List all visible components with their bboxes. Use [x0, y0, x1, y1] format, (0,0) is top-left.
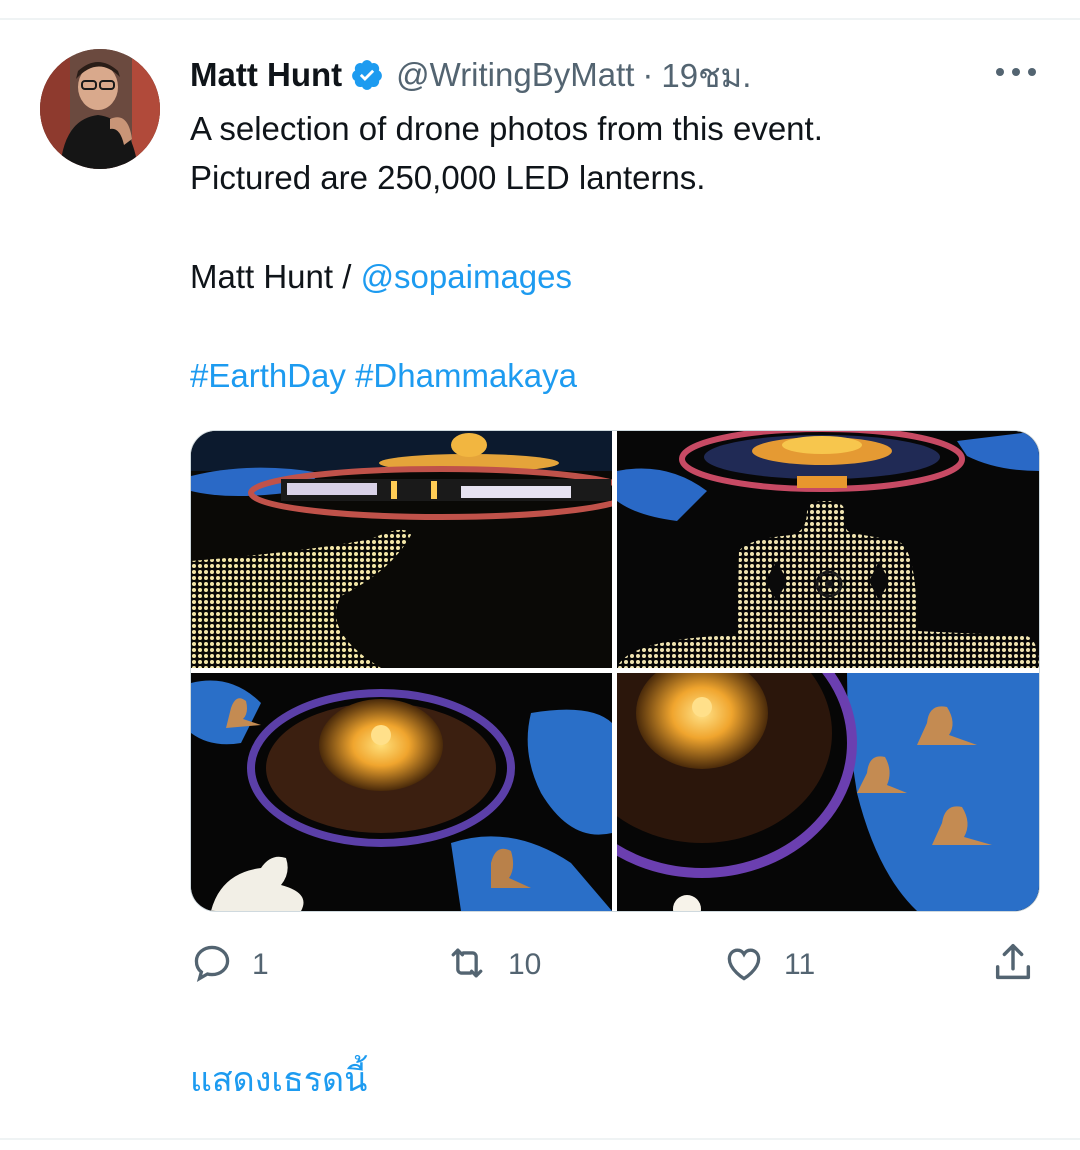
author-name[interactable]: Matt Hunt: [190, 56, 342, 94]
tweet-text-line-2: Pictured are 250,000 LED lanterns.: [190, 159, 706, 196]
mention-link[interactable]: @sopaimages: [361, 258, 572, 295]
photo-1[interactable]: [191, 431, 612, 668]
author-handle[interactable]: @WritingByMatt: [396, 56, 634, 94]
bottom-divider: [0, 1138, 1080, 1140]
credit-prefix: Matt Hunt /: [190, 258, 361, 295]
reply-icon: [190, 941, 234, 990]
tweet-text-line-1: A selection of drone photos from this ev…: [190, 110, 823, 147]
retweet-button[interactable]: 10: [444, 940, 541, 990]
reply-count: 1: [252, 948, 269, 981]
verified-badge-icon: [350, 58, 384, 92]
photo-4[interactable]: [617, 673, 1039, 911]
tweet-timestamp[interactable]: 19ชม.: [661, 49, 751, 102]
top-divider: [0, 18, 1080, 20]
photo-2[interactable]: [617, 431, 1039, 668]
avatar-image: [40, 49, 160, 169]
reply-button[interactable]: 1: [190, 940, 269, 990]
tweet-credit: Matt Hunt / @sopaimages: [190, 254, 572, 300]
media-grid: [190, 430, 1040, 912]
tweet-actions: 1 10 11: [0, 940, 1080, 990]
show-thread-link[interactable]: แสดงเธรดนี้: [190, 1052, 367, 1106]
author-avatar[interactable]: [40, 49, 160, 169]
share-button[interactable]: [990, 940, 1036, 990]
tweet-header: Matt Hunt @WritingByMatt · 19ชม.: [190, 52, 751, 98]
retweet-count: 10: [508, 948, 542, 981]
hashtag-links[interactable]: #EarthDay #Dhammakaya: [190, 353, 577, 399]
like-count: 11: [784, 948, 816, 981]
share-icon: [990, 940, 1036, 991]
like-button[interactable]: 11: [722, 940, 815, 990]
more-options-icon[interactable]: [996, 60, 1036, 84]
header-separator: ·: [642, 56, 654, 93]
retweet-icon: [444, 941, 490, 990]
like-icon: [722, 941, 766, 990]
photo-3[interactable]: [191, 673, 612, 911]
